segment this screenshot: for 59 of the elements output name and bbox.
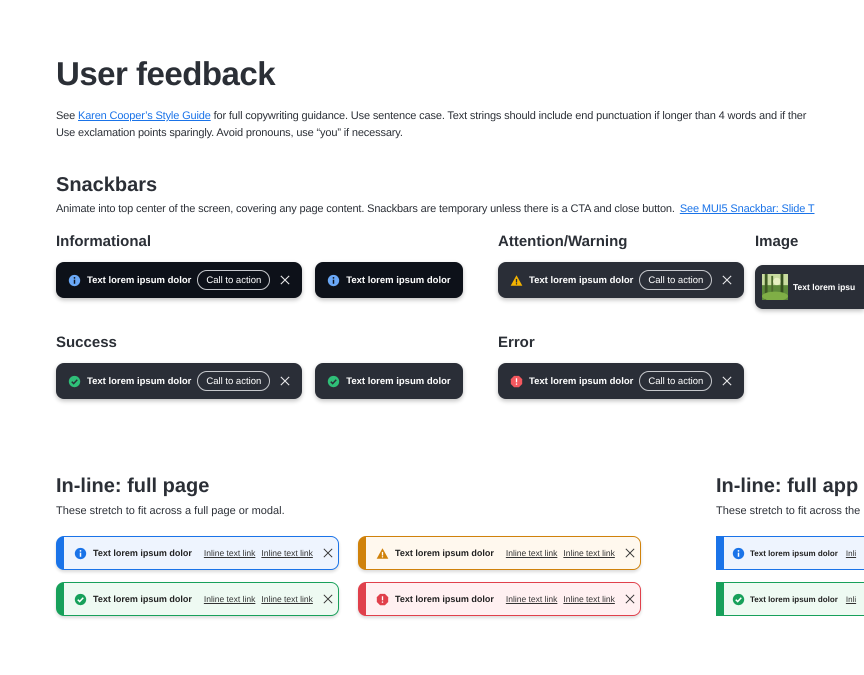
section-title: Snackbars <box>56 173 158 198</box>
alert-message: Text lorem ipsum dolor <box>395 594 494 604</box>
inline-text-link[interactable]: Inline text link <box>506 594 558 604</box>
intro-text: Use exclamation points sparingly. Avoid pronouns, use “you” if necessary. <box>56 126 404 141</box>
snackbar-message: Text lorem ipsum dolor <box>87 274 192 286</box>
info-icon <box>68 274 81 286</box>
info-icon <box>327 274 340 286</box>
inline-text-link[interactable]: Inline text link <box>563 548 615 558</box>
inline-text-link[interactable]: Inli <box>846 548 856 558</box>
warning-icon <box>376 546 389 560</box>
call-to-action-button[interactable]: Call to action <box>197 371 270 391</box>
intro-text: See Karen Cooper’s Style Guide for full copywriting guidance. Use sentence case. Text strings should include end punctuation if longer than 4 words and if ther <box>56 109 808 124</box>
alert-message: Text lorem ipsum dolor <box>395 548 494 558</box>
close-icon[interactable] <box>624 548 635 558</box>
alert-message: Text lorem ipsum dolor <box>93 548 192 558</box>
inline-text-link[interactable]: Inline text link <box>261 594 313 604</box>
alert-message: Text lorem ipsum dolor <box>93 594 192 604</box>
check-icon <box>74 592 87 606</box>
inline-text-link[interactable]: Inline text link <box>261 548 313 558</box>
group-title: Image <box>755 232 800 252</box>
error-icon <box>376 592 389 606</box>
inline-text-link[interactable]: Inline text link <box>563 594 615 604</box>
page-title: User feedback <box>56 54 276 94</box>
alert-message: Text lorem ipsum dolor <box>750 548 838 558</box>
close-icon[interactable] <box>322 548 333 558</box>
section-description: These stretch to fit across a full page or modal. <box>56 504 286 519</box>
check-icon <box>68 374 81 388</box>
group-title: Success <box>56 333 118 353</box>
style-guide-link[interactable]: Karen Cooper’s Style Guide <box>78 110 211 122</box>
section-title: In-line: full page <box>56 474 210 499</box>
warning-icon <box>510 274 523 286</box>
info-icon <box>74 546 87 560</box>
snackbar-docs-link[interactable]: See MUI5 Snackbar: Slide T <box>680 201 814 217</box>
call-to-action-button[interactable]: Call to action <box>639 371 712 391</box>
call-to-action-button[interactable]: Call to action <box>639 270 712 290</box>
section-title: In-line: full app <box>716 474 860 499</box>
check-icon <box>732 592 745 606</box>
call-to-action-button[interactable]: Call to action <box>197 270 270 290</box>
section-description: These stretch to fit across the <box>716 504 862 519</box>
check-icon <box>327 374 340 388</box>
inline-text-link[interactable]: Inli <box>846 594 856 604</box>
group-title: Error <box>498 333 536 353</box>
snackbar-message: Text lorem ipsum dolor <box>87 376 192 386</box>
group-title: Informational <box>56 232 152 252</box>
close-icon[interactable] <box>624 594 635 604</box>
snackbar-message: Text lorem ipsum dolor <box>346 274 451 286</box>
close-icon[interactable] <box>322 594 333 604</box>
alert-message: Text lorem ipsum dolor <box>750 594 838 604</box>
inline-text-link[interactable]: Inline text link <box>204 594 256 604</box>
inline-text-link[interactable]: Inline text link <box>506 548 558 558</box>
snackbar-message: Text lorem ipsum dolor <box>529 376 634 386</box>
inline-text-link[interactable]: Inline text link <box>204 548 256 558</box>
group-title: Attention/Warning <box>498 232 628 252</box>
snackbar-message: Text lorem ipsum dolor <box>346 376 451 386</box>
snackbar-message: Text lorem ipsum dolor <box>529 274 634 286</box>
error-icon <box>510 374 523 388</box>
info-icon <box>732 546 745 560</box>
snackbar-message: Text lorem ipsu <box>793 282 856 292</box>
section-description: Animate into top center of the screen, covering any page content. Snackbars are temporary unless there is a CTA and close button. <box>56 202 675 217</box>
